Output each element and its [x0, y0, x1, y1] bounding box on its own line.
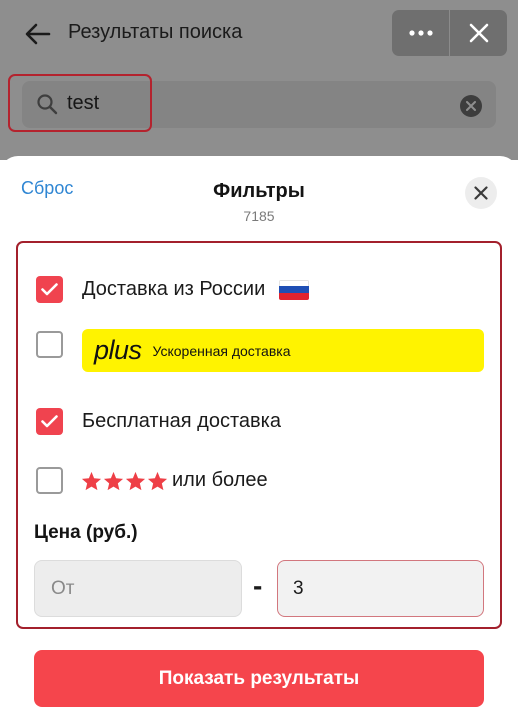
- search-query-text[interactable]: test: [67, 92, 99, 115]
- search-icon: [37, 94, 58, 115]
- filter-label: Ускоренная доставка: [152, 342, 291, 359]
- price-from-input[interactable]: [34, 560, 242, 617]
- star-icon: [147, 471, 168, 490]
- clear-search-button[interactable]: [460, 95, 482, 117]
- more-dots-icon: [408, 30, 433, 36]
- checkmark-icon: [41, 283, 58, 296]
- close-sheet-button[interactable]: [465, 177, 497, 209]
- checkbox-checked[interactable]: [36, 276, 63, 303]
- results-count: 7185: [243, 208, 275, 224]
- russia-flag-icon: [279, 279, 310, 300]
- filter-label: Доставка из России: [82, 278, 266, 300]
- filters-sheet: Сброс Фильтры 7185 Доставка из России pl…: [0, 156, 518, 720]
- filter-option-rating[interactable]: или более: [36, 467, 268, 494]
- price-to-input[interactable]: [277, 560, 484, 617]
- filter-label: или более: [172, 469, 268, 491]
- checkbox-unchecked[interactable]: [36, 467, 63, 494]
- arrow-left-icon: [25, 23, 51, 45]
- star-icon: [125, 471, 146, 490]
- price-separator: -: [253, 570, 263, 601]
- filter-label: Бесплатная доставка: [82, 410, 281, 432]
- filter-option-free-delivery[interactable]: Бесплатная доставка: [36, 408, 281, 435]
- checkmark-icon: [41, 415, 58, 428]
- clear-circle-icon: [466, 101, 476, 111]
- price-section-title: Цена (руб.): [34, 522, 138, 543]
- filter-option-russia-delivery[interactable]: Доставка из России: [36, 276, 310, 303]
- rating-stars: [81, 471, 169, 491]
- star-icon: [103, 471, 124, 490]
- more-button[interactable]: [392, 10, 449, 56]
- plus-logo: plus: [94, 335, 142, 365]
- show-results-button[interactable]: Показать результаты: [34, 650, 484, 707]
- star-icon: [81, 471, 102, 490]
- plus-banner: plus Ускоренная доставка: [82, 329, 484, 372]
- close-icon: [474, 186, 488, 200]
- page-title: Результаты поиска: [68, 21, 243, 43]
- checkbox-checked[interactable]: [36, 408, 63, 435]
- close-page-button[interactable]: [450, 10, 507, 56]
- top-bar-overlay: Результаты поиска test: [0, 0, 518, 160]
- sheet-title: Фильтры: [213, 180, 305, 202]
- filter-option-plus[interactable]: [36, 331, 63, 358]
- header-actions: [392, 10, 507, 56]
- back-button[interactable]: [22, 18, 54, 50]
- close-icon: [469, 23, 488, 43]
- checkbox-unchecked[interactable]: [36, 331, 63, 358]
